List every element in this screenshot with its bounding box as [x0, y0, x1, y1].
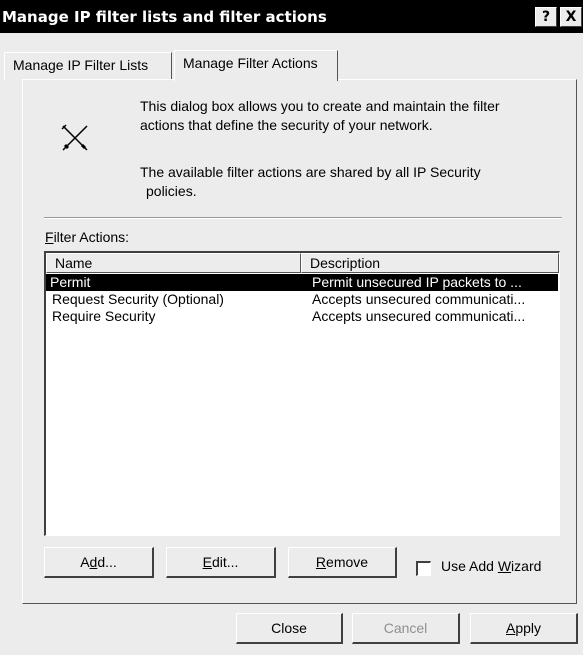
row-description: Permit unsecured IP packets to ...	[312, 274, 522, 290]
dialog-window: Manage IP filter lists and filter action…	[0, 0, 583, 655]
tools-icon	[61, 124, 88, 151]
apply-button[interactable]: Apply	[470, 613, 578, 644]
row-description: Accepts unsecured communicati...	[312, 291, 526, 307]
remove-button[interactable]: Remove	[288, 547, 397, 578]
use-add-wizard-label: Use Add Wizard	[441, 558, 542, 574]
info-line-1: This dialog box allows you to create and…	[140, 98, 500, 114]
info-line-4: policies.	[146, 183, 197, 199]
column-header-name[interactable]: Name	[46, 253, 301, 273]
title-bar[interactable]: Manage IP filter lists and filter action…	[0, 0, 583, 33]
list-item[interactable]: Request Security (Optional) Accepts unse…	[46, 291, 558, 308]
use-add-wizard-checkbox[interactable]	[416, 561, 431, 576]
tab-manage-ip-filter-lists[interactable]: Manage IP Filter Lists	[4, 52, 172, 80]
window-title: Manage IP filter lists and filter action…	[2, 8, 327, 26]
row-name: Permit	[50, 274, 91, 290]
filter-actions-list[interactable]: Name Description Permit Permit unsecured…	[44, 251, 560, 536]
row-description: Accepts unsecured communicati...	[312, 308, 526, 324]
column-header-description[interactable]: Description	[301, 253, 559, 273]
tab-panel: This dialog box allows you to create and…	[22, 79, 577, 604]
add-button[interactable]: Add...	[44, 547, 154, 578]
list-item[interactable]: Permit Permit unsecured IP packets to ..…	[46, 274, 558, 291]
row-name: Request Security (Optional)	[52, 291, 224, 307]
list-item[interactable]: Require Security Accepts unsecured commu…	[46, 308, 558, 325]
close-button[interactable]: Close	[236, 613, 343, 644]
cancel-button[interactable]: Cancel	[352, 613, 460, 644]
help-button[interactable]: ?	[535, 7, 557, 27]
row-name: Require Security	[52, 308, 156, 324]
close-window-button[interactable]: X	[560, 7, 582, 27]
tab-manage-filter-actions[interactable]: Manage Filter Actions	[174, 50, 338, 81]
edit-button[interactable]: Edit...	[166, 547, 276, 578]
filter-actions-label: Filter Actions:	[45, 229, 130, 245]
separator	[44, 217, 562, 219]
info-line-3: The available filter actions are shared …	[140, 164, 481, 180]
info-line-2: actions that define the security of your…	[140, 117, 433, 133]
